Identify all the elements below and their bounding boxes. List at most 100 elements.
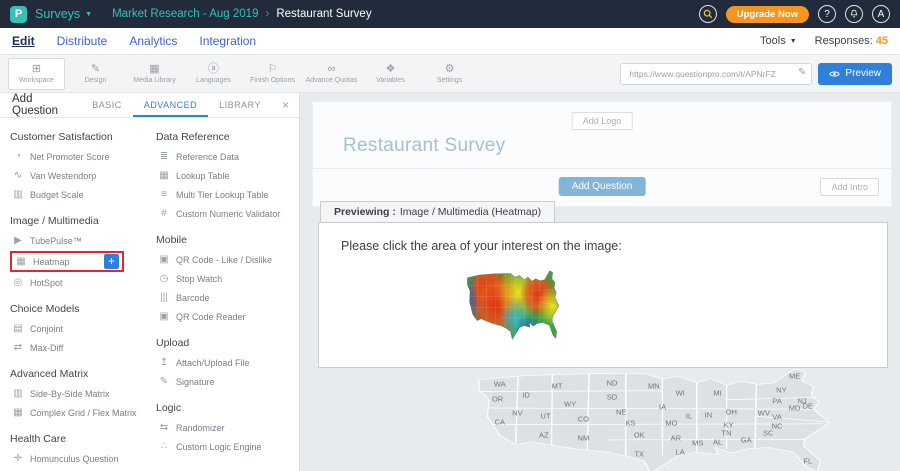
- toolbar-item-design[interactable]: ✎Design: [67, 58, 124, 90]
- panel-tab-library[interactable]: LIBRARY: [208, 93, 272, 117]
- preview-button[interactable]: Preview: [818, 63, 892, 85]
- nav-tabs: Edit Distribute Analytics Integration: [12, 34, 256, 48]
- question-text: Please click the area of your interest o…: [341, 239, 865, 253]
- reference-data-icon: ≣: [158, 151, 170, 162]
- section-heading-logic: Logic: [156, 402, 293, 414]
- add-question-button[interactable]: Add Question: [559, 177, 646, 196]
- question-type-homunculus-question[interactable]: ✛Homunculus Question: [10, 449, 142, 468]
- question-type-label: Conjoint: [30, 324, 63, 334]
- toolbar-item-languages[interactable]: ⓐ Languages: [185, 58, 242, 90]
- toolbar-item-finish-options[interactable]: ⚐Finish Options: [244, 58, 301, 90]
- section-heading-advanced-matrix: Advanced Matrix: [10, 368, 142, 380]
- panel-col1: Customer Satisfaction◔Net Promoter Score…: [10, 120, 142, 471]
- variables-icon: ❖: [386, 64, 396, 75]
- workspace-icon: ⊞: [32, 64, 41, 75]
- question-type-max-diff[interactable]: ⇄Max-Diff: [10, 338, 142, 357]
- pencil-icon[interactable]: ✎: [798, 67, 806, 78]
- barcode-icon: |||: [158, 292, 170, 303]
- question-type-heatmap[interactable]: ▦Heatmap+: [10, 251, 124, 272]
- us-map[interactable]: WAORCAIDNVUTAZMTWYCONMNDSDNEKSOKTXMNIAMO…: [447, 362, 887, 471]
- panel-header: Add Question BASICADVANCEDLIBRARY ×: [0, 93, 299, 118]
- question-type-multi-tier-lookup-table[interactable]: ≡Multi Tier Lookup Table: [156, 185, 293, 204]
- question-type-label: Heatmap: [33, 257, 70, 267]
- question-type-label: Van Westendorp: [30, 171, 96, 181]
- state-label-il: IL: [686, 412, 692, 421]
- state-label-al: AL: [713, 438, 722, 447]
- state-label-sd: SD: [607, 393, 617, 402]
- survey-url-input[interactable]: [620, 63, 812, 85]
- close-icon[interactable]: ×: [272, 98, 299, 112]
- question-type-budget-scale[interactable]: ▥Budget Scale: [10, 185, 142, 204]
- nav-tab-distribute[interactable]: Distribute: [57, 34, 108, 48]
- toolbar-item-label: Languages: [196, 77, 231, 84]
- question-type-hotspot[interactable]: ◎HotSpot: [10, 273, 142, 292]
- question-type-signature[interactable]: ✎Signature: [156, 372, 293, 391]
- search-button[interactable]: [699, 5, 717, 23]
- heatmap-image[interactable]: [459, 266, 574, 344]
- toolbar-item-media-library[interactable]: ▦Media Library: [126, 58, 183, 90]
- net-promoter-score-icon: ◔: [12, 151, 24, 162]
- question-type-lookup-table[interactable]: ▦Lookup Table: [156, 166, 293, 185]
- state-label-tn: TN: [721, 428, 731, 437]
- upgrade-now-button[interactable]: Upgrade Now: [726, 6, 809, 23]
- panel-tab-basic[interactable]: BASIC: [81, 93, 133, 117]
- eye-icon: [829, 70, 840, 78]
- question-type-qr-code-like-dislike[interactable]: ▣QR Code - Like / Dislike: [156, 250, 293, 269]
- state-label-tx: TX: [634, 450, 644, 459]
- toolbar-item-settings[interactable]: ⚙Settings: [421, 58, 478, 90]
- add-heatmap-button[interactable]: +: [104, 254, 119, 269]
- notifications-button[interactable]: [845, 5, 863, 23]
- survey-canvas: Add Logo Restaurant Survey Add Question …: [312, 101, 892, 471]
- languages-icon: ⓐ: [208, 64, 219, 75]
- question-type-randomizer[interactable]: ⇆Randomizer: [156, 418, 293, 437]
- question-type-custom-logic-engine[interactable]: ∴Custom Logic Engine: [156, 437, 293, 456]
- question-type-reference-data[interactable]: ≣ Reference Data: [156, 147, 293, 166]
- responses-indicator[interactable]: Responses:45: [815, 35, 888, 47]
- question-type-net-promoter-score[interactable]: ◔ Net Promoter Score: [10, 147, 142, 166]
- toolbar-item-variables[interactable]: ❖Variables: [362, 58, 419, 90]
- toolbar-item-label: Settings: [437, 77, 462, 84]
- product-menu-surveys[interactable]: Surveys ▼: [35, 7, 92, 21]
- toolbar-item-advance-quotas[interactable]: ∞Advance Quotas: [303, 58, 360, 90]
- panel-tab-advanced[interactable]: ADVANCED: [133, 93, 208, 117]
- question-type-complex-grid-flex-matrix[interactable]: ▦Complex Grid / Flex Matrix: [10, 403, 142, 422]
- question-type-side-by-side-matrix[interactable]: ▥ Side-By-Side Matrix: [10, 384, 142, 403]
- avatar[interactable]: A: [872, 5, 890, 23]
- previewing-value: Image / Multimedia (Heatmap): [400, 206, 541, 218]
- preview-card: Previewing : Image / Multimedia (Heatmap…: [318, 201, 888, 368]
- question-type-barcode[interactable]: |||Barcode: [156, 288, 293, 307]
- survey-title[interactable]: Restaurant Survey: [343, 135, 505, 157]
- question-type-tubepulse[interactable]: ▶TubePulse™: [10, 231, 142, 250]
- add-logo-button[interactable]: Add Logo: [572, 112, 633, 130]
- breadcrumb-parent[interactable]: Market Research - Aug 2019: [112, 8, 258, 20]
- question-type-conjoint[interactable]: ▤ Conjoint: [10, 319, 142, 338]
- multi-tier-lookup-table-icon: ≡: [158, 189, 170, 200]
- question-type-qr-code-reader[interactable]: ▣QR Code Reader: [156, 307, 293, 326]
- nav-tab-analytics[interactable]: Analytics: [129, 34, 177, 48]
- question-type-van-westendorp[interactable]: ∿Van Westendorp: [10, 166, 142, 185]
- nav-tab-integration[interactable]: Integration: [199, 34, 256, 48]
- question-type-attach-upload-file[interactable]: ↥Attach/Upload File: [156, 353, 293, 372]
- state-label-ca: CA: [495, 418, 505, 427]
- question-type-label: Net Promoter Score: [30, 152, 110, 162]
- question-type-label: QR Code - Like / Dislike: [176, 255, 272, 265]
- tools-menu[interactable]: Tools ▼: [760, 35, 797, 47]
- question-type-label: Max-Diff: [30, 343, 63, 353]
- homunculus-question-icon: ✛: [12, 453, 24, 464]
- state-label-ms: MS: [692, 439, 703, 448]
- question-type-custom-numeric-validator[interactable]: #Custom Numeric Validator: [156, 204, 293, 223]
- question-type-label: Reference Data: [176, 152, 239, 162]
- help-icon: ?: [824, 9, 830, 20]
- questionpro-logo[interactable]: P: [10, 6, 27, 23]
- avatar-initial: A: [878, 9, 885, 20]
- side-by-side-matrix-icon: ▥: [12, 388, 24, 399]
- nav-tab-edit[interactable]: Edit: [12, 34, 35, 48]
- toolbar-item-workspace[interactable]: ⊞Workspace: [8, 58, 65, 90]
- state-label-ok: OK: [634, 431, 645, 440]
- help-button[interactable]: ?: [818, 5, 836, 23]
- add-intro-button[interactable]: Add Intro: [820, 178, 879, 196]
- question-type-label: Side-By-Side Matrix: [30, 389, 110, 399]
- conjoint-icon: ▤: [12, 323, 24, 334]
- qr-code-reader-icon: ▣: [158, 311, 170, 322]
- question-type-stop-watch[interactable]: ◷Stop Watch: [156, 269, 293, 288]
